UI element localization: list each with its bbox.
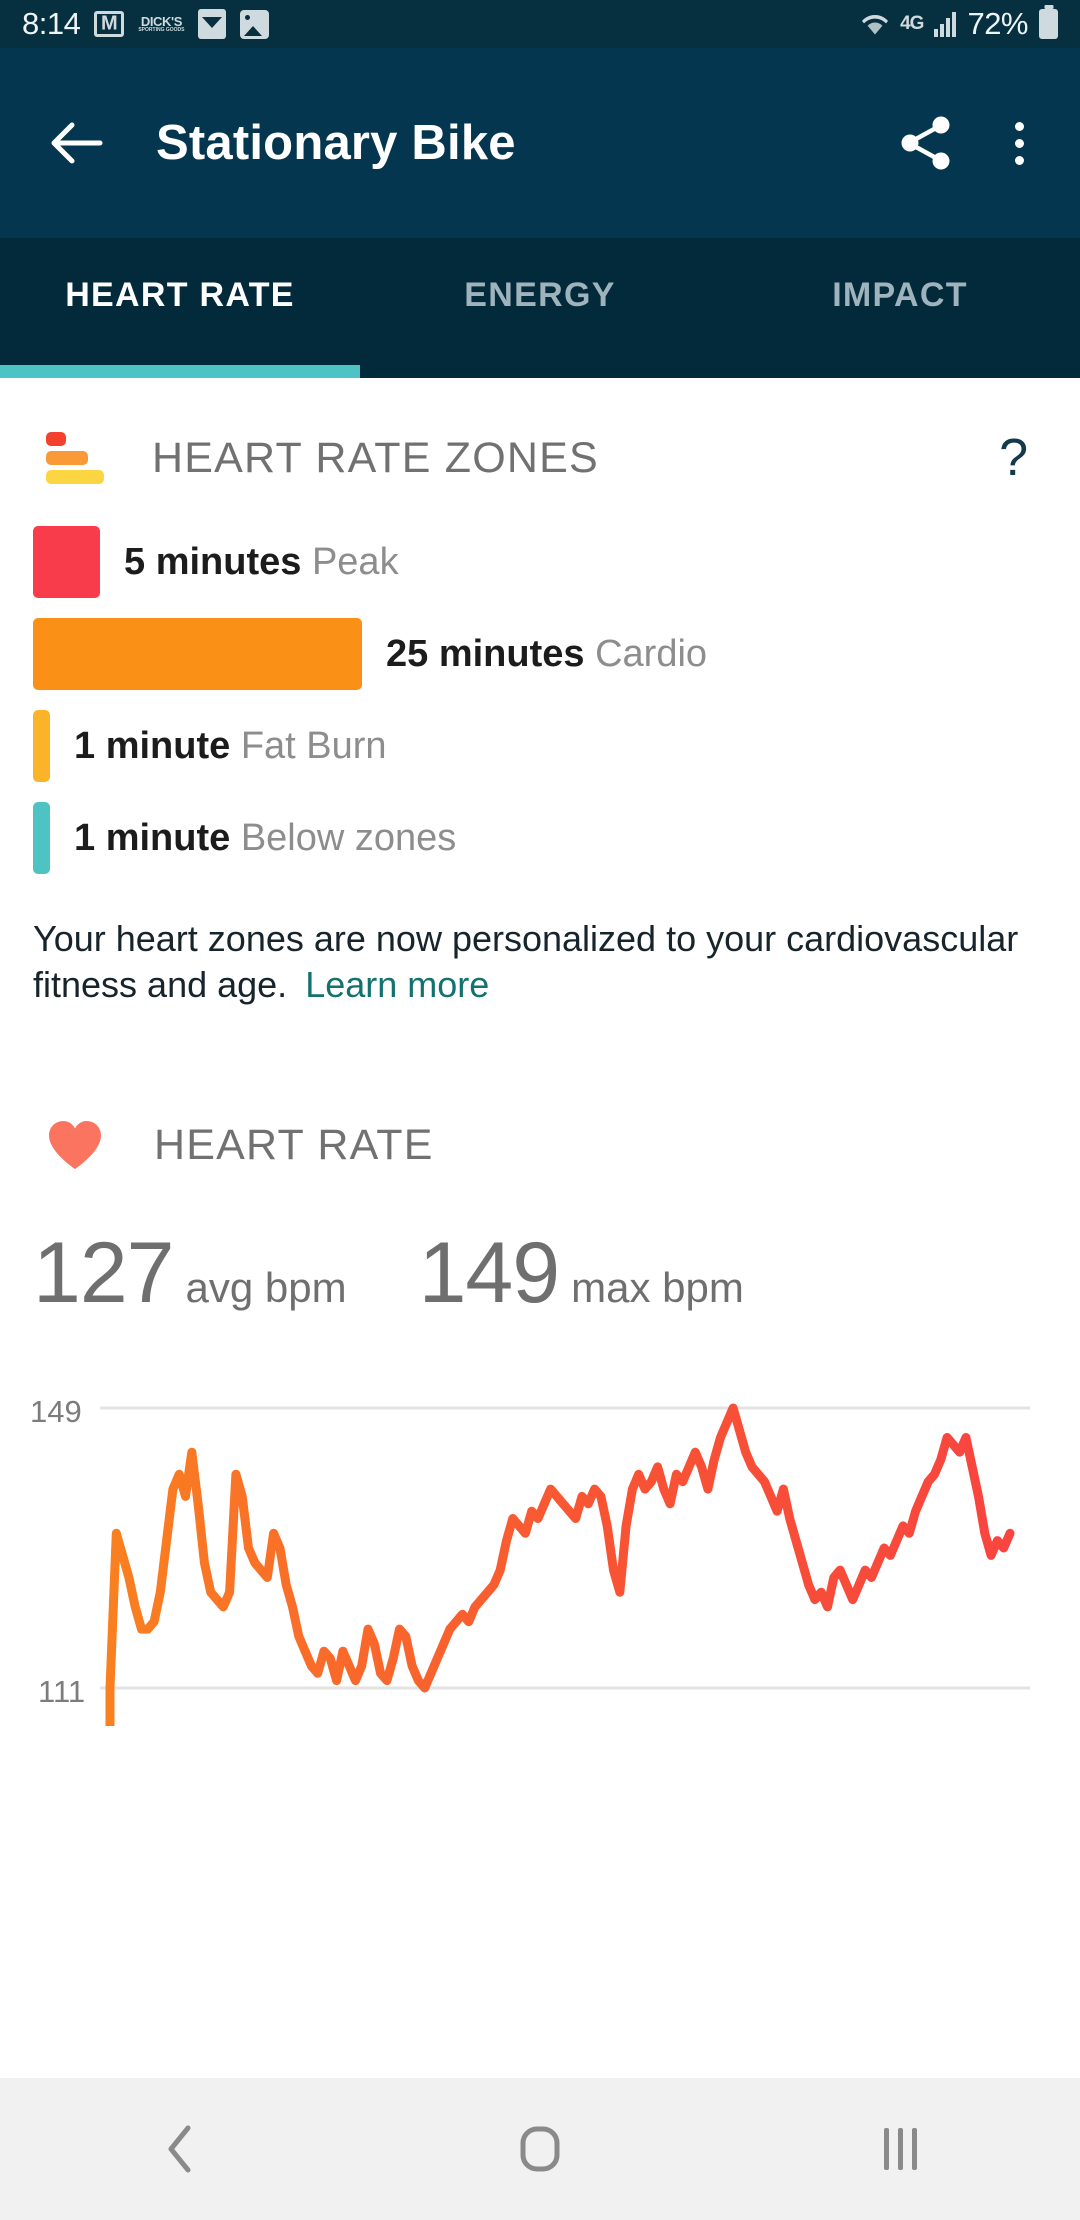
back-arrow-icon[interactable] [46,112,108,174]
zone-row-below-zones: 1 minute Below zones [0,802,1080,874]
heart-rate-zones-icon [46,430,102,486]
share-icon[interactable] [894,111,958,175]
wifi-icon [861,11,889,37]
menu-dot [1015,139,1024,148]
battery-icon [1039,9,1058,39]
heart-rate-chart[interactable]: 149 111 [0,1356,1080,1726]
zone-bar-fat-burn [33,710,50,782]
avg-bpm-unit: avg bpm [186,1267,347,1309]
status-bar-left: 8:14 DICK'S SPORTING GOODS [22,6,861,42]
zone-duration-peak: 5 minutes [124,541,301,583]
y-axis-tick-max: 149 [30,1394,82,1430]
max-bpm-value: 149 [419,1230,560,1316]
zone-row-fat-burn: 1 minute Fat Burn [0,710,1080,782]
nav-home-icon[interactable] [460,2078,620,2220]
gmail-icon [94,11,124,37]
zone-label-cardio: 25 minutes Cardio [386,633,707,676]
heart-rate-trace [110,1408,1010,1726]
menu-dot [1015,122,1024,131]
mail-icon [198,9,226,39]
y-axis-tick-min: 111 [38,1674,85,1710]
status-bar-clock: 8:14 [22,6,80,42]
app-bar: Stationary Bike [0,48,1080,238]
battery-percent-label: 72% [967,6,1028,42]
zones-list: 5 minutes Peak 25 minutes Cardio 1 minut… [0,526,1080,874]
zone-row-cardio: 25 minutes Cardio [0,618,1080,690]
nav-recents-icon[interactable] [820,2078,980,2220]
help-icon[interactable]: ? [999,432,1034,484]
nav-recents-bars [884,2128,917,2170]
zone-label-below-zones: 1 minute Below zones [74,817,456,860]
status-bar-right: 4G 72% [861,6,1058,42]
network-4g-icon: 4G [900,13,923,35]
zone-label-fat-burn: 1 minute Fat Burn [74,725,387,768]
heart-rate-line-plot [0,1356,1080,1726]
menu-dot [1015,156,1024,165]
zones-note: Your heart zones are now personalized to… [33,916,1047,1008]
heart-rate-stats: 127 avg bpm 149 max bpm [0,1230,1080,1316]
heart-rate-zones-title: HEART RATE ZONES [152,434,999,483]
zone-bar-cardio [33,618,362,690]
signal-bars-icon [934,11,956,37]
learn-more-link[interactable]: Learn more [305,964,489,1005]
zone-duration-below-zones: 1 minute [74,817,230,859]
android-nav-bar [0,2078,1080,2220]
nav-back-icon[interactable] [100,2078,260,2220]
zone-name-below-zones: Below zones [241,817,456,859]
avg-bpm-value: 127 [33,1230,174,1316]
zone-bar-peak [33,526,100,598]
heart-rate-header: HEART RATE [0,1100,1080,1190]
zone-name-cardio: Cardio [595,633,707,675]
zone-name-peak: Peak [312,541,399,583]
tab-heart-rate[interactable]: HEART RATE [0,238,360,378]
zone-bar-below-zones [33,802,50,874]
photos-icon [240,10,269,39]
zone-name-fat-burn: Fat Burn [241,725,387,767]
zone-row-peak: 5 minutes Peak [0,526,1080,598]
dicks-sporting-goods-icon: DICK'S SPORTING GOODS [138,15,184,33]
zones-note-text: Your heart zones are now personalized to… [33,918,1018,1005]
tab-energy[interactable]: ENERGY [360,238,720,378]
main-content: HEART RATE ZONES ? 5 minutes Peak 25 min… [0,378,1080,2078]
status-bar: 8:14 DICK'S SPORTING GOODS 4G 72% [0,0,1080,48]
overflow-menu-icon[interactable] [1004,111,1034,175]
zone-duration-fat-burn: 1 minute [74,725,230,767]
tab-bar: HEART RATE ENERGY IMPACT [0,238,1080,378]
zone-duration-cardio: 25 minutes [386,633,585,675]
heart-rate-zones-header: HEART RATE ZONES ? [0,406,1080,510]
zone-label-peak: 5 minutes Peak [124,541,399,584]
page-title: Stationary Bike [156,115,894,171]
dicks-sub-label: SPORTING GOODS [138,28,184,33]
max-bpm-unit: max bpm [571,1267,744,1309]
heart-rate-title: HEART RATE [154,1121,434,1170]
heart-icon [46,1119,104,1171]
tab-impact[interactable]: IMPACT [720,238,1080,378]
